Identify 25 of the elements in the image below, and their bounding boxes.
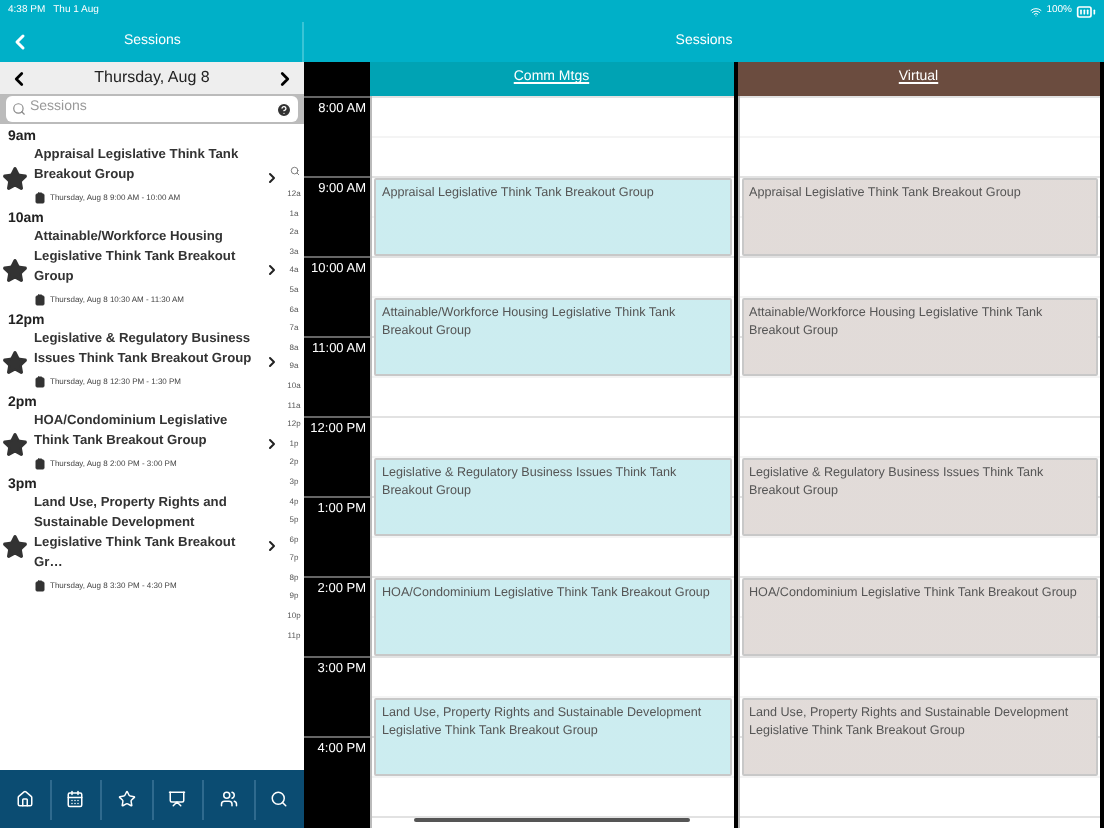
- star-icon[interactable]: [2, 349, 28, 375]
- date-label: Thursday, Aug 8: [94, 66, 210, 90]
- clipboard-icon: [34, 294, 46, 306]
- clipboard-icon: [34, 580, 46, 592]
- chevron-icon: [264, 170, 280, 186]
- star-icon[interactable]: [2, 533, 28, 559]
- search-icon[interactable]: [289, 166, 299, 176]
- home-icon[interactable]: [15, 790, 34, 808]
- clipboard-icon: [34, 192, 46, 204]
- chevron-icon: [264, 436, 280, 452]
- star-icon[interactable]: [2, 165, 28, 191]
- people-icon[interactable]: [219, 790, 238, 808]
- chevron-icon: [264, 262, 280, 278]
- presentation-board-icon[interactable]: [168, 790, 187, 808]
- search-icon: [12, 102, 26, 116]
- battery-icon: [1076, 1, 1096, 21]
- chevron-icon: [264, 538, 280, 554]
- clipboard-icon: [34, 376, 46, 388]
- star-icon[interactable]: [2, 257, 28, 283]
- chevron-icon: [264, 354, 280, 370]
- wifi-icon: [1030, 5, 1043, 17]
- clipboard-icon: [34, 458, 46, 470]
- calendar-icon[interactable]: [66, 790, 85, 808]
- star-icon[interactable]: [2, 431, 28, 457]
- help-icon[interactable]: [276, 101, 292, 117]
